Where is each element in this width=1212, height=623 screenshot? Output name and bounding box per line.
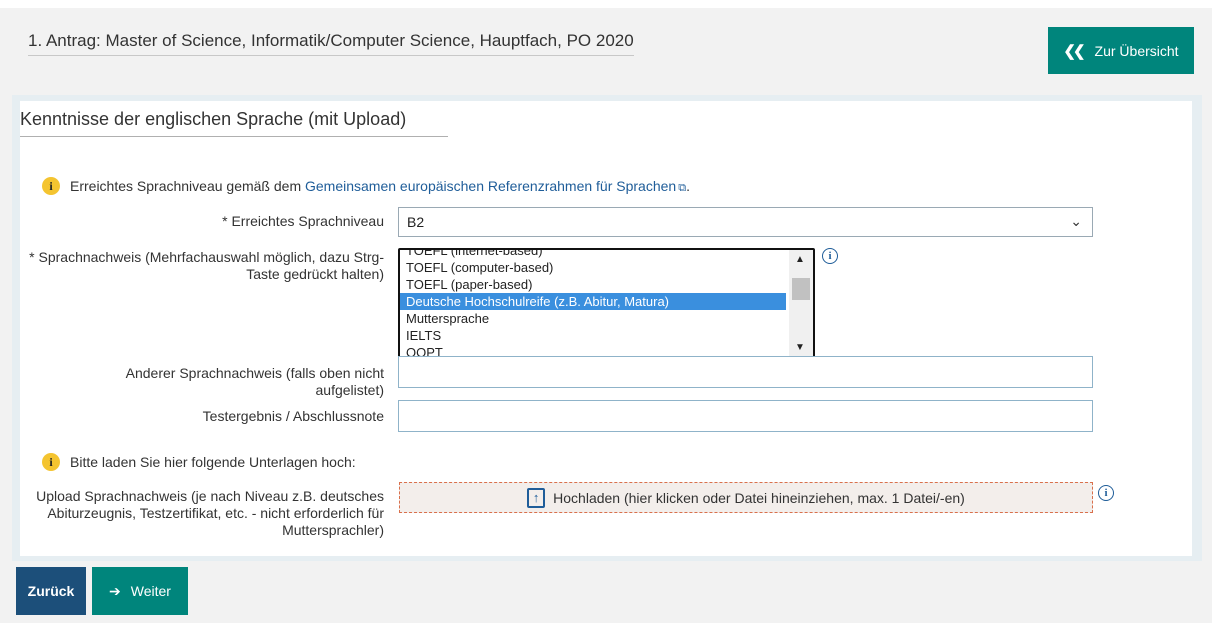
level-select-value: B2 — [407, 214, 425, 230]
proof-option[interactable]: TOEFL (paper-based) — [400, 276, 786, 293]
top-strip — [0, 0, 1212, 8]
proof-option[interactable]: Deutsche Hochschulreife (z.B. Abitur, Ma… — [400, 293, 786, 310]
external-link-icon: ⧉ — [678, 181, 687, 194]
proof-option[interactable]: Muttersprache — [400, 310, 786, 327]
page-title: 1. Antrag: Master of Science, Informatik… — [28, 30, 634, 56]
info-icon: i — [42, 177, 60, 195]
info-icon: i — [42, 453, 60, 471]
level-label: * Erreichtes Sprachniveau — [222, 213, 384, 229]
upload-dropzone[interactable]: ↑ Hochladen (hier klicken oder Datei hin… — [399, 482, 1093, 513]
chevrons-left-icon: ❮❮ — [1063, 42, 1085, 60]
language-section-body: Kenntnisse der englischen Sprache (mit U… — [20, 101, 1192, 556]
other-proof-label: Anderer Sprachnachweis (falls oben nicht… — [125, 365, 384, 398]
arrow-right-icon: ➔ — [109, 582, 121, 599]
upload-info-row: i Bitte laden Sie hier folgende Unterlag… — [42, 453, 356, 471]
back-button[interactable]: Zurück — [16, 567, 86, 615]
scroll-down-icon[interactable]: ▼ — [795, 342, 805, 353]
overview-button-label: Zur Übersicht — [1094, 42, 1179, 59]
scroll-thumb[interactable] — [792, 278, 810, 300]
section-title: Kenntnisse der englischen Sprache (mit U… — [20, 109, 448, 137]
chevron-down-icon: ⌄ — [1070, 213, 1082, 229]
proof-option[interactable]: TOEFL (computer-based) — [400, 259, 786, 276]
cefr-link[interactable]: Gemeinsamen europäischen Referenzrahmen … — [305, 178, 676, 194]
test-result-input[interactable] — [398, 400, 1093, 432]
overview-button[interactable]: ❮❮ Zur Übersicht — [1048, 27, 1194, 74]
proof-option[interactable]: TOEFL (internet-based) — [400, 250, 786, 259]
upload-label: Upload Sprachnachweis (je nach Niveau z.… — [36, 488, 384, 538]
next-button[interactable]: ➔ Weiter — [92, 567, 188, 615]
next-button-label: Weiter — [130, 583, 171, 599]
listbox-scrollbar[interactable]: ▲ ▼ — [789, 250, 813, 357]
scroll-up-icon[interactable]: ▲ — [795, 254, 805, 265]
proof-option[interactable]: IELTS — [400, 327, 786, 344]
level-info-suffix: . — [686, 177, 690, 194]
proof-listbox[interactable]: TOEFL (internet-based) TOEFL (computer-ba… — [398, 248, 815, 359]
info-circle-icon[interactable]: i — [822, 248, 838, 264]
level-info-row: i Erreichtes Sprachniveau gemäß dem Geme… — [42, 177, 690, 195]
proof-options: TOEFL (internet-based) TOEFL (computer-ba… — [400, 250, 786, 357]
info-circle-icon[interactable]: i — [1098, 485, 1114, 501]
upload-button-label: Hochladen (hier klicken oder Datei hinei… — [553, 489, 965, 506]
level-select[interactable]: B2 ⌄ — [398, 207, 1093, 237]
proof-label: * Sprachnachweis (Mehrfachauswahl möglic… — [29, 249, 384, 282]
language-section-card: Kenntnisse der englischen Sprache (mit U… — [12, 95, 1202, 561]
upload-icon: ↑ — [527, 487, 546, 508]
other-proof-input[interactable] — [398, 356, 1093, 388]
test-result-label: Testergebnis / Abschlussnote — [202, 408, 384, 424]
upload-info-text: Bitte laden Sie hier folgende Unterlagen… — [70, 454, 356, 470]
level-info-text: Erreichtes Sprachniveau gemäß dem — [70, 177, 302, 194]
